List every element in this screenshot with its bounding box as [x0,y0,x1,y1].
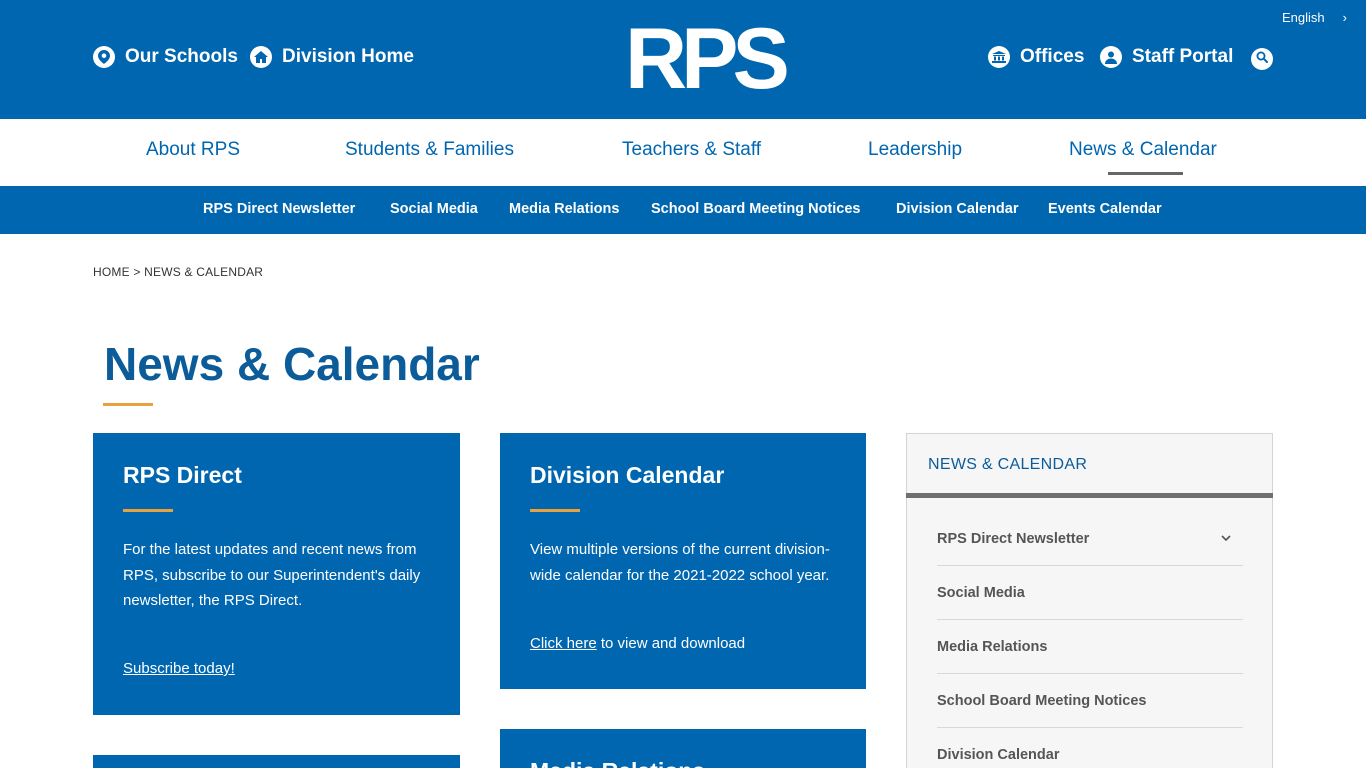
nav-news-calendar[interactable]: News & Calendar [1069,139,1217,161]
subnav-events-calendar[interactable]: Events Calendar [1048,201,1162,217]
subnav-rps-direct-newsletter[interactable]: RPS Direct Newsletter [203,201,355,217]
nav-teachers-staff[interactable]: Teachers & Staff [622,139,761,161]
breadcrumb: HOME > NEWS & CALENDAR [93,265,263,279]
our-schools-label: Our Schools [125,46,238,67]
sidebar-item-label: Media Relations [937,638,1048,655]
map-pin-icon [93,46,115,68]
language-label: English [1282,10,1325,25]
card-accent-rule [530,509,580,512]
media-relations-card: Media Relations [500,729,866,768]
division-home-link[interactable]: Division Home [250,46,414,68]
title-accent-rule [103,403,153,406]
sidebar-item-social-media[interactable]: Social Media [937,566,1243,620]
rps-direct-card: RPS Direct For the latest updates and re… [93,433,460,715]
staff-portal-link[interactable]: Staff Portal [1100,46,1233,68]
rps-logo[interactable]: RPS [625,16,790,102]
nav-students-families[interactable]: Students & Families [345,139,514,161]
search-icon [1256,50,1268,68]
card-cta: Click here to view and download [530,635,745,652]
subnav-social-media[interactable]: Social Media [390,201,478,217]
subnav-division-calendar[interactable]: Division Calendar [896,201,1018,217]
sidebar-heading[interactable]: NEWS & CALENDAR [928,456,1087,474]
section-sidebar: NEWS & CALENDAR RPS Direct Newsletter So… [906,433,1273,768]
chevron-right-icon: › [1342,10,1347,25]
main-navigation: About RPS Students & Families Teachers &… [0,119,1366,186]
language-selector[interactable]: English › [1282,10,1347,25]
chevron-down-icon[interactable] [1221,530,1231,546]
card-body: View multiple versions of the current di… [530,541,830,584]
search-button[interactable] [1251,48,1273,70]
sidebar-divider [906,493,1273,498]
user-icon [1100,46,1122,68]
subnav-school-board-notices[interactable]: School Board Meeting Notices [651,201,860,217]
sidebar-item-label: Division Calendar [937,746,1060,763]
division-home-label: Division Home [282,46,414,67]
card-title: RPS Direct [123,462,242,488]
division-calendar-card: Division Calendar View multiple versions… [500,433,866,689]
offices-label: Offices [1020,46,1085,67]
sidebar-item-media-relations[interactable]: Media Relations [937,620,1243,674]
sidebar-item-label: RPS Direct Newsletter [937,530,1090,547]
nav-about-rps[interactable]: About RPS [146,139,240,161]
card-title: Division Calendar [530,462,725,488]
page-title: News & Calendar [104,338,480,390]
sidebar-item-division-calendar[interactable]: Division Calendar [937,728,1243,768]
breadcrumb-separator: > [133,265,141,279]
breadcrumb-home[interactable]: HOME [93,265,130,279]
sidebar-item-rps-direct-newsletter[interactable]: RPS Direct Newsletter [937,512,1243,566]
social-media-card [93,755,460,768]
subnav-media-relations[interactable]: Media Relations [509,201,619,217]
click-here-link[interactable]: Click here [530,635,597,652]
cta-suffix: to view and download [596,635,746,652]
building-icon [988,46,1010,68]
nav-leadership[interactable]: Leadership [868,139,962,161]
active-nav-indicator [1108,172,1183,175]
sidebar-item-school-board-notices[interactable]: School Board Meeting Notices [937,674,1243,728]
top-header: Our Schools Division Home RPS English › … [0,0,1366,119]
sidebar-item-label: Social Media [937,584,1025,601]
offices-link[interactable]: Offices [988,46,1084,68]
subscribe-link[interactable]: Subscribe today! [123,660,235,677]
staff-portal-label: Staff Portal [1132,46,1234,67]
sidebar-item-label: School Board Meeting Notices [937,692,1147,709]
breadcrumb-current: NEWS & CALENDAR [144,265,264,279]
sub-navigation: RPS Direct Newsletter Social Media Media… [0,186,1366,234]
house-icon [250,46,272,68]
our-schools-link[interactable]: Our Schools [93,46,238,68]
card-body: For the latest updates and recent news f… [123,541,421,609]
card-accent-rule [123,509,173,512]
card-cta: Subscribe today! [123,660,235,677]
card-title: Media Relations [530,758,705,768]
